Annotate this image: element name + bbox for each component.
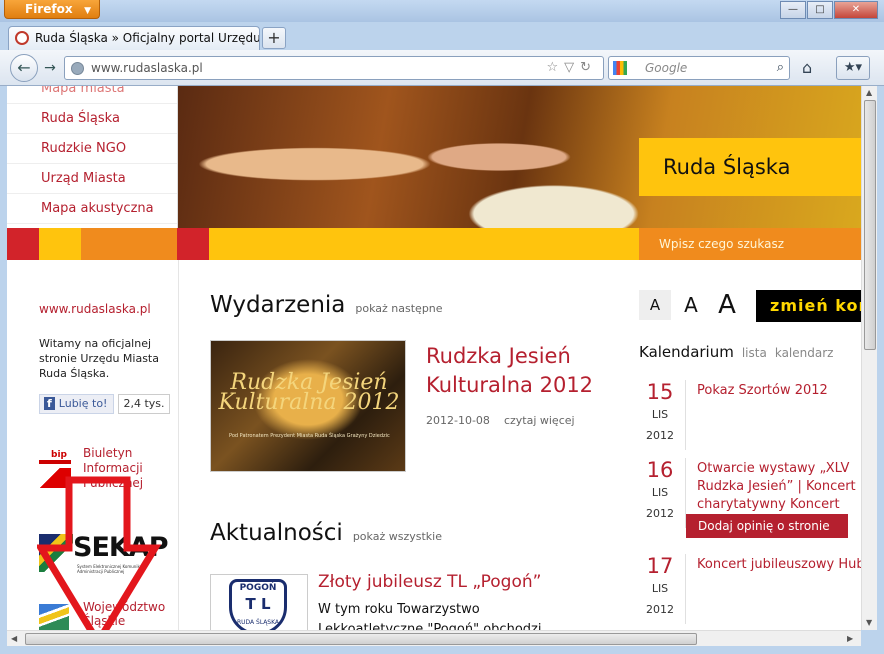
font-medium-button[interactable]: A	[675, 290, 707, 320]
navigation-toolbar: ← → www.rudaslaska.pl ☆▽↻ Google ⌕ ⌂ ★▾	[0, 50, 884, 86]
site-menu: Mapa miasta Ruda Śląska Rudzkie NGO Urzą…	[7, 86, 178, 228]
calendar-year: 2012	[646, 429, 674, 442]
news-title-link[interactable]: Złoty jubileusz TL „Pogoń”	[318, 572, 541, 592]
calendar-day: 17	[646, 554, 674, 578]
window-frame-bottom	[0, 646, 884, 654]
calendar-day: 15	[646, 380, 674, 404]
home-icon[interactable]: ⌂	[802, 58, 812, 77]
event-title-link[interactable]: Rudzka Jesień Kulturalna 2012	[426, 342, 626, 400]
calendar-title[interactable]: Pokaz Szortów 2012	[697, 382, 861, 400]
add-opinion-button[interactable]: Dodaj opinię o stronie	[686, 514, 848, 538]
events-heading: Wydarzenia	[210, 292, 346, 318]
font-small-button[interactable]: A	[639, 290, 671, 320]
menu-item-ruda-slaska[interactable]: Ruda Śląska	[7, 104, 177, 134]
calendar-year: 2012	[646, 603, 674, 616]
minimize-icon[interactable]: —	[780, 1, 806, 19]
event-date: 2012-10-08	[426, 414, 490, 427]
facebook-like[interactable]: f Lubię to! 2,4 tys.	[39, 394, 170, 414]
close-icon[interactable]: ✕	[834, 1, 878, 19]
fb-like-count: 2,4 tys.	[118, 394, 170, 414]
stripe-orange	[81, 228, 177, 260]
scroll-down-icon[interactable]: ▼	[866, 618, 872, 627]
search-placeholder: Google	[645, 61, 688, 75]
maximize-icon[interactable]: □	[807, 1, 833, 19]
pogon-logo-mid: T L	[245, 595, 271, 613]
calendar-day: 16	[646, 458, 674, 482]
google-icon	[613, 61, 627, 75]
globe-icon	[71, 62, 84, 75]
bookmarks-icon[interactable]: ★▾	[836, 56, 870, 80]
vertical-scrollbar[interactable]: ▲ ▼	[861, 86, 877, 630]
font-large-button[interactable]: A	[711, 290, 743, 320]
tab-bar: Ruda Śląska » Oficjalny portal Urzędu Mi…	[0, 22, 884, 50]
calendar-month: LIS	[651, 486, 669, 499]
menu-item-mapa-akustyczna[interactable]: Mapa akustyczna	[7, 194, 177, 224]
pogon-logo-top: POGOŃ	[239, 583, 277, 593]
calendar-month: LIS	[651, 582, 669, 595]
vertical-scroll-thumb[interactable]	[864, 100, 876, 350]
event-meta: 2012-10-08 czytaj więcej	[426, 414, 575, 427]
event-image-caption: Rudzka Jesień Kulturalna 2012	[218, 370, 400, 415]
calendar-heading: Kalendarium	[639, 343, 734, 361]
pogon-logo-bottom: RUDA ŚLĄSKA	[236, 619, 280, 626]
magnifier-icon[interactable]: ⌕	[777, 57, 784, 79]
new-tab-button[interactable]: +	[262, 27, 286, 49]
menu-item-rudzkie-ngo[interactable]: Rudzkie NGO	[7, 134, 177, 164]
search-field[interactable]: Google ⌕	[608, 56, 790, 80]
firefox-menu-button[interactable]: Firefox ▼	[4, 0, 100, 19]
horizontal-scroll-thumb[interactable]	[25, 633, 697, 645]
window-titlebar: Firefox ▼ — □ ✕	[0, 0, 884, 22]
calendar-list-link[interactable]: lista	[742, 346, 767, 360]
contrast-button[interactable]: zmień kontrast	[756, 290, 861, 322]
menu-item-mapa-miasta[interactable]: Mapa miasta	[7, 86, 177, 104]
dropdown-icon: ▼	[84, 6, 91, 16]
fb-like-label: Lubię to!	[58, 397, 108, 410]
facebook-icon: f	[44, 397, 55, 410]
scroll-right-icon[interactable]: ▶	[847, 634, 853, 643]
url-text: www.rudaslaska.pl	[91, 61, 203, 75]
scroll-up-icon[interactable]: ▲	[866, 88, 872, 97]
event-image-subtitle: Pod Patronatem Prezydent Miasta Ruda Ślą…	[229, 433, 390, 439]
news-header: Aktualności pokaż wszystkie	[210, 520, 442, 546]
calendar-header: Kalendarium lista kalendarz	[639, 342, 833, 361]
event-image[interactable]: Rudzka Jesień Kulturalna 2012 Pod Patron…	[210, 340, 406, 472]
hero-title: Ruda Śląska	[639, 138, 861, 196]
calendar-year: 2012	[646, 507, 674, 520]
left-sidebar: www.rudaslaska.pl Witamy na oficjalnej s…	[7, 260, 179, 630]
events-more-link[interactable]: pokaż następne	[355, 302, 442, 315]
stripe-red	[7, 228, 39, 260]
scroll-left-icon[interactable]: ◀	[11, 634, 17, 643]
fb-like-button[interactable]: f Lubię to!	[39, 394, 115, 414]
calendar-title[interactable]: Koncert jubileuszowy Hubertus	[697, 556, 861, 574]
tab-title: Ruda Śląska » Oficjalny portal Urzędu Mi…	[35, 31, 260, 45]
site-url-link[interactable]: www.rudaslaska.pl	[39, 302, 151, 316]
calendar-calendar-link[interactable]: kalendarz	[775, 346, 834, 360]
red-arrow-icon	[37, 476, 162, 630]
stripe-yellow	[39, 228, 81, 260]
reload-icon[interactable]: ☆▽↻	[546, 57, 597, 79]
web-page: Mapa miasta Ruda Śląska Rudzkie NGO Urzą…	[7, 86, 861, 630]
back-icon[interactable]: ←	[10, 54, 38, 82]
firefox-label: Firefox	[25, 2, 73, 16]
news-heading: Aktualności	[210, 520, 343, 546]
events-header: Wydarzenia pokaż następne	[210, 292, 443, 318]
stripe-yellow-2	[209, 228, 639, 260]
window-frame-right	[877, 86, 884, 646]
news-more-link[interactable]: pokaż wszystkie	[353, 530, 442, 543]
menu-item-urzad-miasta[interactable]: Urząd Miasta	[7, 164, 177, 194]
url-bar[interactable]: www.rudaslaska.pl ☆▽↻	[64, 56, 604, 80]
horizontal-scrollbar[interactable]: ◀ ▶	[7, 630, 861, 646]
read-more-link[interactable]: czytaj więcej	[504, 414, 575, 427]
stripe-red-2	[177, 228, 209, 260]
news-body: W tym roku Towarzystwo Lekkoatletyczne "…	[318, 602, 542, 630]
news-image[interactable]: POGOŃ T L RUDA ŚLĄSKA	[210, 574, 308, 630]
calendar-month: LIS	[651, 408, 669, 421]
favicon-icon	[15, 31, 29, 45]
tab-active[interactable]: Ruda Śląska » Oficjalny portal Urzędu Mi…	[8, 26, 260, 50]
welcome-text: Witamy na oficjalnej stronie Urzędu Mias…	[39, 337, 159, 380]
forward-icon[interactable]: →	[39, 58, 61, 78]
site-search-input[interactable]: Wpisz czego szukasz	[639, 228, 861, 260]
